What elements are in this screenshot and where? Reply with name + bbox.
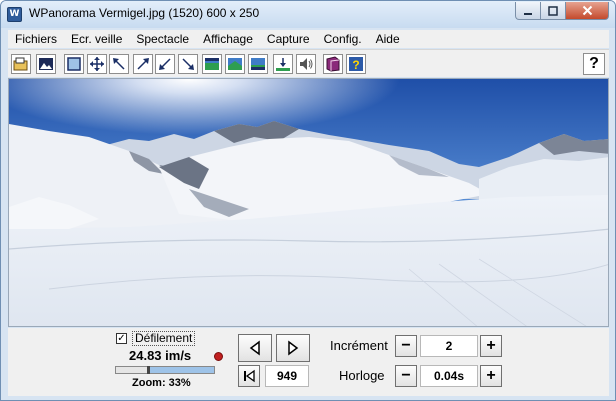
view-bottom-button[interactable]: [248, 54, 268, 74]
sound-button[interactable]: [296, 54, 316, 74]
zoom-label: Zoom: 33%: [132, 377, 191, 389]
menu-bar: Fichiers Ecr. veille Spectacle Affichage…: [8, 30, 609, 48]
shrink-button[interactable]: [109, 54, 129, 74]
landscape-middle-icon: [228, 58, 242, 70]
triangle-right-icon: [288, 340, 299, 356]
book-icon: [326, 56, 340, 72]
book-button[interactable]: [323, 54, 343, 74]
menu-ecran-veille[interactable]: Ecr. veille: [64, 32, 129, 46]
record-icon[interactable]: [214, 352, 223, 361]
menu-spectacle[interactable]: Spectacle: [129, 32, 196, 46]
maximize-button[interactable]: [541, 2, 566, 20]
shrink-down-button[interactable]: [178, 54, 198, 74]
menu-fichiers[interactable]: Fichiers: [8, 32, 64, 46]
scroll-left-button[interactable]: [238, 334, 272, 362]
increment-label: Incrément: [330, 338, 388, 353]
zoom-slider[interactable]: [115, 366, 215, 374]
minimize-icon: [524, 12, 532, 15]
title-bar[interactable]: W WPanorama Vermigel.jpg (1520) 600 x 25…: [1, 1, 615, 28]
window-controls: [515, 2, 609, 20]
panorama-view[interactable]: [8, 78, 609, 327]
picture-button[interactable]: [36, 54, 56, 74]
app-icon[interactable]: W: [7, 7, 22, 22]
app-window: W WPanorama Vermigel.jpg (1520) 600 x 25…: [0, 0, 616, 401]
arrow-up-left-icon: [113, 58, 125, 70]
svg-text:?: ?: [352, 58, 359, 72]
increment-plus-button[interactable]: +: [480, 335, 502, 357]
move-button[interactable]: [87, 54, 107, 74]
help-button[interactable]: ?: [583, 53, 605, 75]
panorama-image: [9, 79, 608, 326]
expand-down-button[interactable]: [155, 54, 175, 74]
move-arrows-icon: [90, 57, 104, 71]
view-middle-button[interactable]: [225, 54, 245, 74]
landscape-top-icon: [205, 58, 219, 70]
minimize-button[interactable]: [515, 2, 541, 20]
arrow-down-right-icon: [182, 58, 194, 70]
zoom-slider-fill: [148, 367, 214, 373]
close-button[interactable]: [566, 2, 609, 20]
scroll-right-button[interactable]: [276, 334, 310, 362]
help-book-icon: ?: [349, 57, 363, 72]
toolbar: ? ?: [8, 49, 609, 77]
window-title: WPanorama Vermigel.jpg (1520) 600 x 250: [29, 6, 260, 20]
expand-up-button[interactable]: [133, 54, 153, 74]
menu-affichage[interactable]: Affichage: [196, 32, 260, 46]
scroll-checkbox[interactable]: ✓: [116, 333, 127, 344]
horizon-button[interactable]: [273, 54, 293, 74]
clock-label: Horloge: [339, 368, 385, 383]
view-top-button[interactable]: [202, 54, 222, 74]
triangle-left-icon: [249, 340, 260, 356]
menu-aide[interactable]: Aide: [369, 32, 407, 46]
arrow-down-left-icon: [159, 58, 171, 70]
clock-minus-button[interactable]: −: [395, 365, 417, 387]
increment-value[interactable]: 2: [420, 335, 478, 357]
increment-minus-button[interactable]: −: [395, 335, 417, 357]
close-icon: [582, 5, 592, 16]
landscape-bottom-icon: [251, 58, 265, 70]
frame-button[interactable]: [64, 54, 84, 74]
skip-start-icon: [244, 369, 255, 383]
control-panel: ✓ Défilement 24.83 im/s Zoom: 33% 949 In…: [8, 328, 609, 396]
reset-start-button[interactable]: [238, 365, 260, 387]
speaker-icon: [300, 58, 313, 70]
clock-value[interactable]: 0.04s: [420, 365, 478, 387]
frame-rate: 24.83 im/s: [129, 348, 192, 363]
zoom-slider-thumb[interactable]: [147, 366, 150, 374]
help-topics-button[interactable]: ?: [346, 54, 366, 74]
menu-capture[interactable]: Capture: [260, 32, 317, 46]
picture-icon: [39, 58, 53, 70]
open-file-icon: [13, 57, 28, 71]
arrow-up-right-icon: [137, 58, 149, 70]
menu-config[interactable]: Config.: [317, 32, 369, 46]
frame-counter: 949: [265, 365, 309, 387]
scroll-label[interactable]: Défilement: [132, 331, 196, 346]
open-file-button[interactable]: [11, 54, 31, 74]
maximize-icon: [548, 5, 558, 16]
clock-plus-button[interactable]: +: [480, 365, 502, 387]
horizon-icon: [276, 58, 290, 71]
frame-icon: [67, 57, 81, 71]
